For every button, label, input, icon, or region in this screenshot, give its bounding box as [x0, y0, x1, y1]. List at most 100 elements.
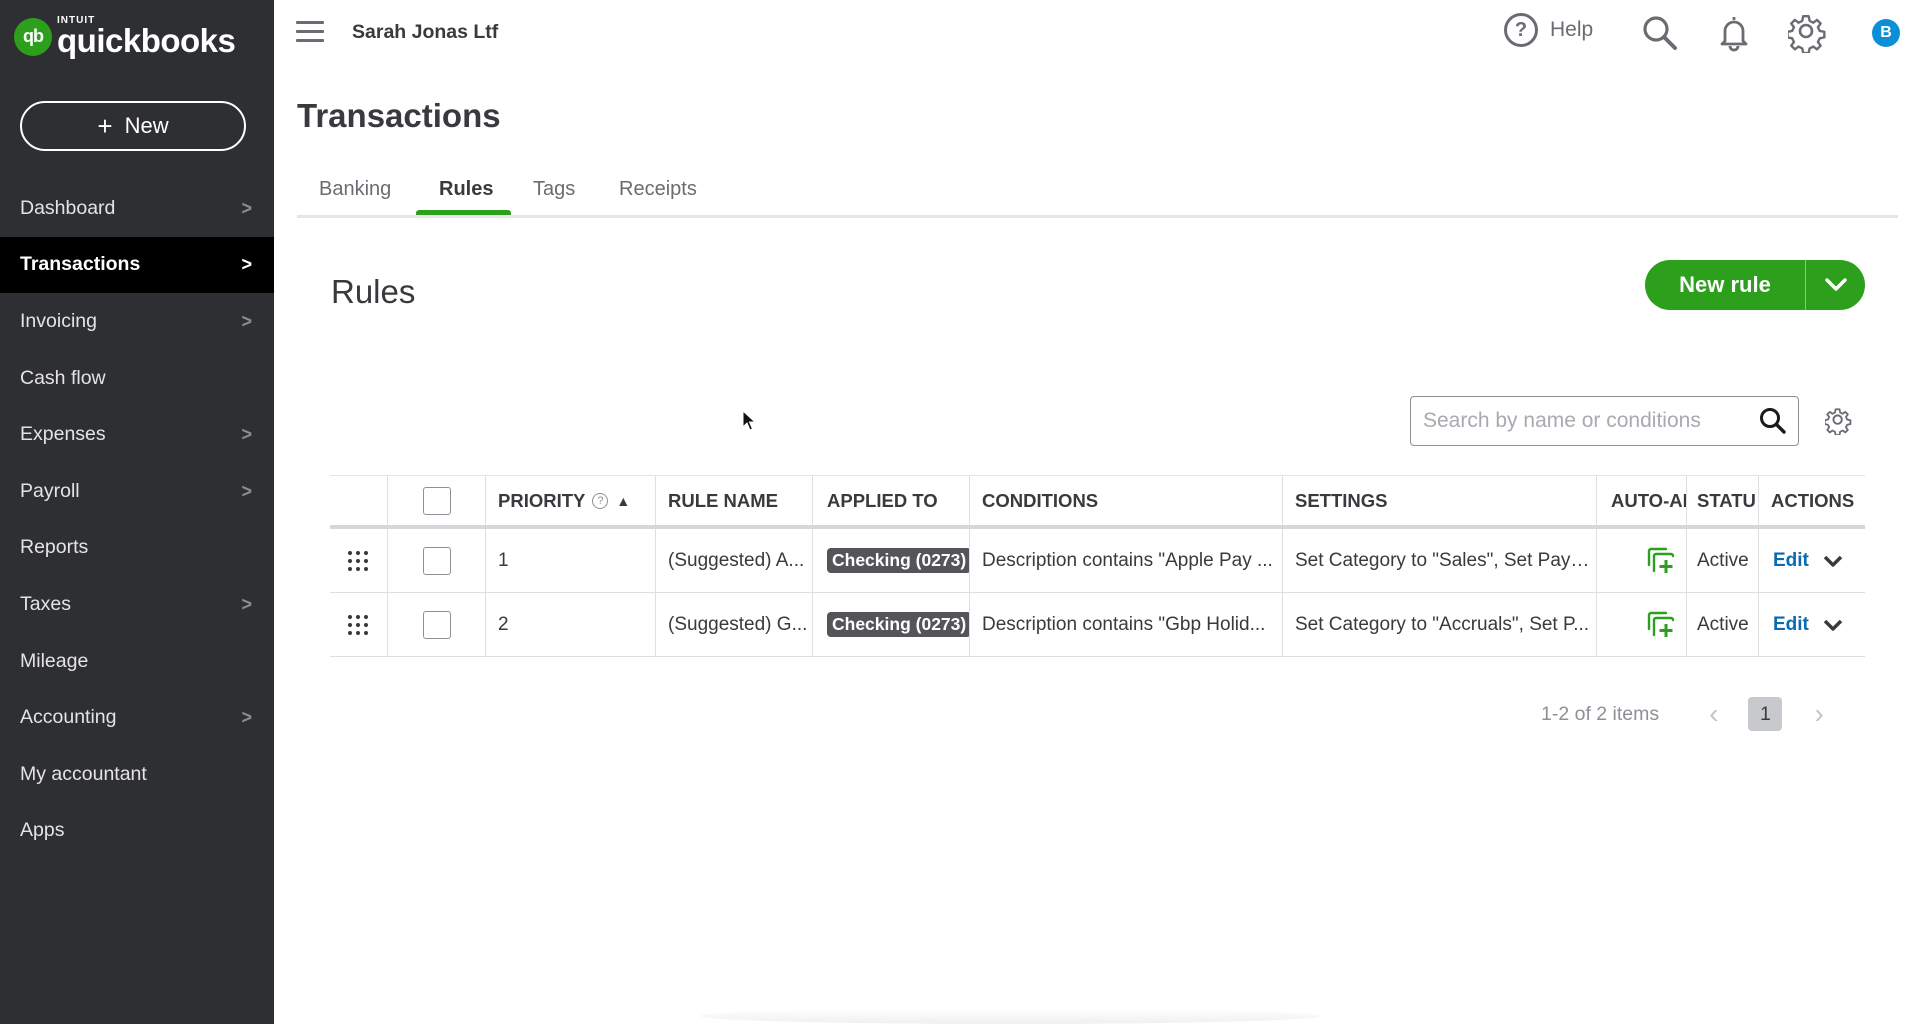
previous-page-button[interactable]: ‹ — [1709, 698, 1718, 730]
column-header-applied-to[interactable]: APPLIED TO — [813, 476, 970, 525]
sort-ascending-icon: ▲ — [616, 492, 631, 509]
chevron-right-icon: > — [241, 309, 252, 332]
help-icon[interactable]: ? — [592, 492, 609, 509]
menu-icon[interactable] — [296, 21, 324, 43]
row-checkbox[interactable] — [422, 546, 451, 575]
chevron-right-icon: > — [241, 706, 252, 729]
tab-tags[interactable]: Tags — [533, 178, 575, 218]
quickbooks-logo[interactable]: qb INTUIT quickbooks — [14, 16, 236, 59]
bell-icon[interactable] — [1714, 13, 1754, 53]
new-button[interactable]: + New — [20, 101, 246, 151]
chevron-right-icon: > — [241, 253, 252, 276]
tab-receipts[interactable]: Receipts — [619, 178, 697, 218]
help-button[interactable]: ? Help — [1504, 13, 1593, 47]
help-label: Help — [1550, 18, 1594, 41]
rules-heading: Rules — [331, 273, 416, 310]
sidebar-item-mileage[interactable]: Mileage — [0, 633, 274, 690]
drag-handle[interactable] — [330, 593, 388, 656]
user-avatar[interactable]: B — [1872, 19, 1900, 47]
new-rule-dropdown-button[interactable] — [1806, 260, 1865, 310]
chevron-down-icon — [1823, 555, 1843, 567]
next-page-button[interactable]: › — [1814, 698, 1823, 730]
column-header-priority[interactable]: PRIORITY ? ▲ — [486, 476, 656, 525]
drag-column-header — [330, 476, 388, 525]
sidebar-item-label: Reports — [20, 536, 89, 559]
drag-handle[interactable] — [330, 529, 388, 592]
column-header-settings[interactable]: SETTINGS — [1283, 476, 1597, 525]
search-input[interactable] — [1411, 409, 1758, 433]
sidebar-item-dashboard[interactable]: Dashboard > — [0, 180, 274, 237]
sidebar-item-label: Expenses — [20, 423, 106, 446]
priority-cell: 2 — [486, 593, 656, 656]
table-row: 1 (Suggested) A... Checking (0273) Descr… — [330, 529, 1865, 593]
company-name: Sarah Jonas Ltf — [352, 21, 499, 43]
mouse-cursor-icon — [742, 410, 756, 431]
sidebar-item-apps[interactable]: Apps — [0, 803, 274, 860]
actions-cell: Edit — [1759, 529, 1865, 592]
rule-name-cell: (Suggested) A... — [656, 529, 813, 592]
tab-banking[interactable]: Banking — [319, 178, 391, 218]
account-badge: Checking (0273) — [827, 612, 969, 637]
gear-icon[interactable] — [1788, 13, 1828, 53]
rule-name: (Suggested) G... — [668, 613, 808, 635]
column-header-rule-name[interactable]: RULE NAME — [656, 476, 813, 525]
column-header-actions: ACTIONS — [1771, 489, 1855, 511]
edit-link[interactable]: Edit — [1773, 614, 1809, 636]
priority-header-label: PRIORITY — [498, 489, 586, 511]
drag-handle-icon — [347, 614, 370, 635]
search-icon[interactable] — [1758, 406, 1788, 436]
sidebar-item-label: Payroll — [20, 479, 80, 502]
new-rule-button[interactable]: New rule — [1645, 260, 1806, 310]
actions-cell: Edit — [1759, 593, 1865, 656]
qb-logo-icon: qb — [14, 17, 52, 56]
account-badge: Checking (0273) — [827, 548, 969, 573]
search-icon[interactable] — [1640, 13, 1680, 53]
transactions-tabs: Banking Rules Tags Receipts — [297, 170, 1898, 218]
sidebar-item-invoicing[interactable]: Invoicing > — [0, 293, 274, 350]
select-all-cell — [388, 476, 486, 525]
sidebar-item-label: Transactions — [20, 253, 141, 276]
top-bar: Sarah Jonas Ltf ? Help B — [274, 0, 1920, 66]
settings-text: Set Category to "Accruals", Set P... — [1295, 613, 1590, 635]
chevron-right-icon: > — [241, 479, 252, 502]
status-cell: Active — [1687, 593, 1759, 656]
auto-add-icon — [1647, 547, 1675, 573]
quickbooks-wordmark: quickbooks — [57, 22, 236, 59]
sidebar-item-reports[interactable]: Reports — [0, 520, 274, 577]
edit-link[interactable]: Edit — [1773, 550, 1809, 572]
sidebar-item-accounting[interactable]: Accounting > — [0, 689, 274, 746]
drag-handle-icon — [347, 550, 370, 571]
column-header-auto-add[interactable]: AUTO-AI — [1597, 476, 1687, 525]
column-header-conditions[interactable]: CONDITIONS — [970, 476, 1283, 525]
row-actions-dropdown[interactable] — [1823, 554, 1843, 568]
sidebar-item-label: My accountant — [20, 762, 147, 785]
rules-table: PRIORITY ? ▲ RULE NAME APPLIED TO CONDIT… — [330, 475, 1865, 657]
sidebar-item-label: Cash flow — [20, 366, 106, 389]
bottom-shadow — [700, 1008, 1320, 1024]
select-all-checkbox[interactable] — [422, 486, 451, 515]
sidebar-item-label: Accounting — [20, 706, 117, 729]
row-actions-dropdown[interactable] — [1823, 618, 1843, 632]
applied-to-cell: Checking (0273) — [813, 593, 970, 656]
table-settings-gear-icon[interactable] — [1825, 407, 1853, 435]
sidebar-item-payroll[interactable]: Payroll > — [0, 463, 274, 520]
column-header-status[interactable]: STATU — [1687, 476, 1759, 525]
sidebar-item-transactions[interactable]: Transactions > — [0, 236, 274, 294]
row-checkbox[interactable] — [422, 610, 451, 639]
sidebar-item-cash-flow[interactable]: Cash flow — [0, 350, 274, 407]
auto-add-icon — [1647, 611, 1675, 637]
sidebar-item-my-accountant[interactable]: My accountant — [0, 746, 274, 803]
sidebar-item-taxes[interactable]: Taxes > — [0, 576, 274, 633]
conditions-text: Description contains "Gbp Holid... — [982, 613, 1266, 635]
chevron-down-icon — [1824, 278, 1847, 291]
row-select-cell — [388, 593, 486, 656]
help-icon: ? — [1504, 13, 1538, 47]
pagination-summary: 1-2 of 2 items — [1541, 702, 1660, 725]
auto-add-cell — [1597, 529, 1687, 592]
conditions-cell: Description contains "Gbp Holid... — [970, 593, 1283, 656]
sidebar-item-expenses[interactable]: Expenses > — [0, 406, 274, 463]
chevron-right-icon: > — [241, 592, 252, 615]
settings-cell: Set Category to "Accruals", Set P... — [1283, 593, 1597, 656]
page-button-current[interactable]: 1 — [1748, 697, 1783, 731]
sidebar-nav: Dashboard > Transactions > Invoicing > Cash… — [0, 180, 274, 859]
